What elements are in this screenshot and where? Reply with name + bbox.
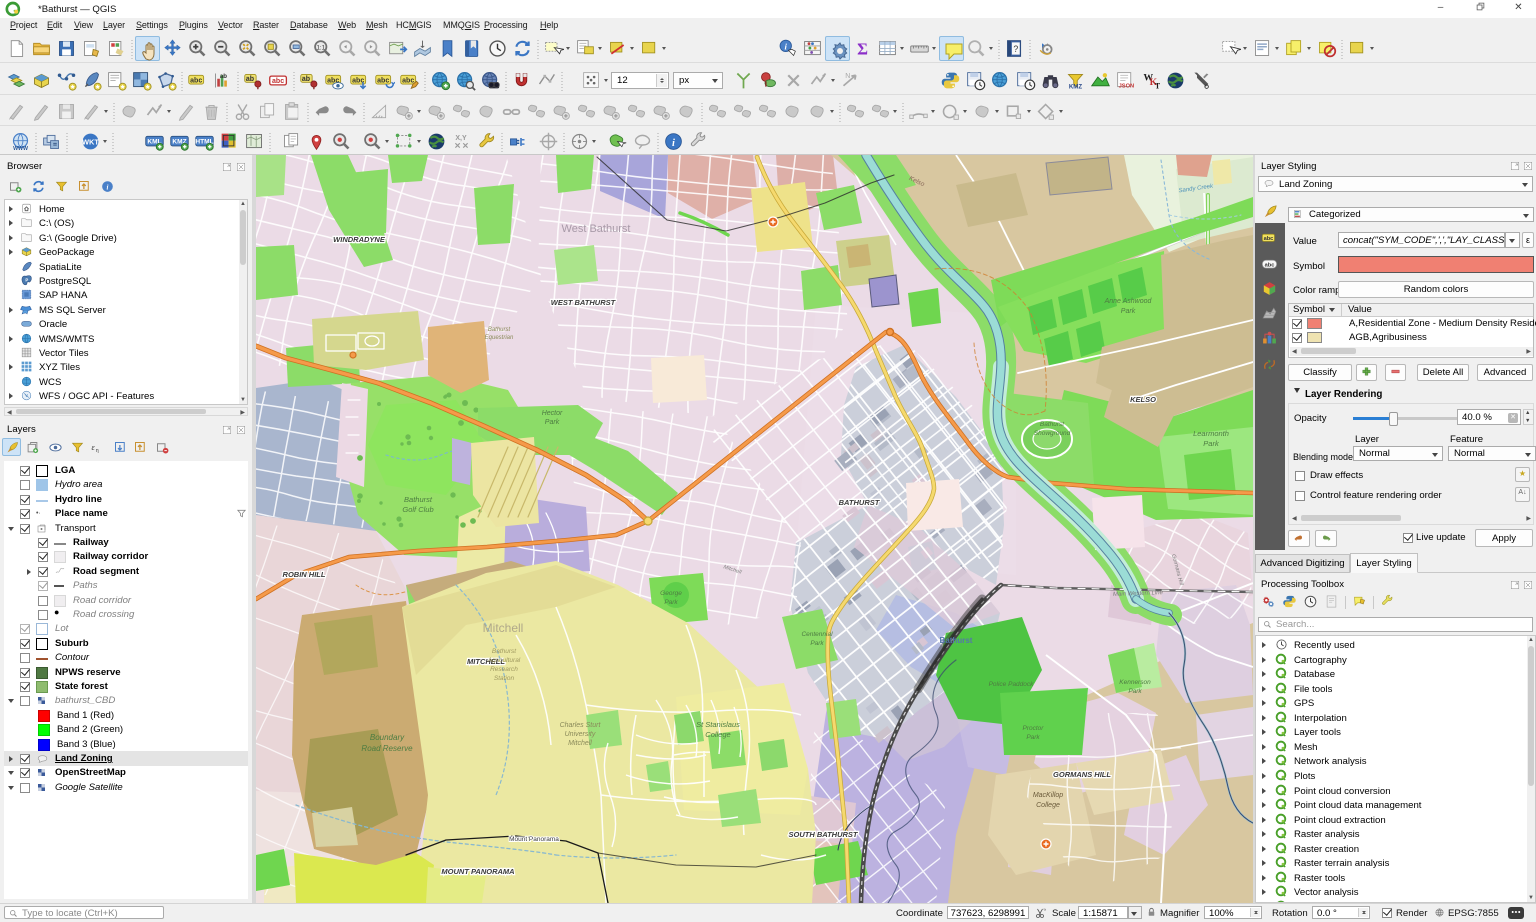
svg-text:Hector: Hector — [542, 410, 563, 417]
svg-text:Research: Research — [490, 666, 518, 673]
svg-text:abc: abc — [402, 77, 414, 84]
svg-text:1:1: 1:1 — [317, 44, 326, 51]
svg-text:abc: abc — [1265, 262, 1275, 268]
svg-text:Park: Park — [664, 599, 678, 606]
svg-text:WEST BATHURST: WEST BATHURST — [551, 298, 617, 307]
svg-text:College: College — [1036, 802, 1060, 809]
svg-text:West Bathurst: West Bathurst — [562, 223, 631, 235]
svg-text:Mitchell: Mitchell — [483, 621, 524, 635]
svg-text:?: ? — [1013, 44, 1018, 54]
svg-text:Proctor: Proctor — [1023, 725, 1045, 732]
svg-text:ab: ab — [220, 73, 227, 80]
svg-text:MOUNT PANORAMA: MOUNT PANORAMA — [441, 867, 514, 876]
svg-text:Bathurst: Bathurst — [492, 648, 517, 655]
svg-text:Park: Park — [1128, 688, 1142, 695]
svg-text:Bathurst: Bathurst — [1040, 421, 1065, 428]
svg-text:Park: Park — [810, 640, 824, 647]
svg-text:JSON: JSON — [1119, 84, 1134, 90]
svg-text:WKT: WKT — [82, 138, 99, 147]
svg-text:P: P — [25, 278, 28, 283]
svg-text:MacKillop: MacKillop — [1033, 792, 1063, 799]
svg-text:Centennial: Centennial — [801, 631, 833, 638]
svg-text:Agricultural: Agricultural — [487, 657, 521, 664]
svg-text:GORMANS HILL: GORMANS HILL — [1053, 770, 1111, 779]
svg-text:St Stanislaus: St Stanislaus — [696, 720, 740, 729]
svg-text:i: i — [672, 138, 675, 149]
svg-text:KELSO: KELSO — [1130, 395, 1156, 404]
svg-text:Station: Station — [494, 675, 515, 682]
svg-text:George: George — [660, 590, 682, 597]
svg-text:ε: ε — [92, 443, 96, 452]
svg-text:Park: Park — [1026, 734, 1040, 741]
svg-text:Charles Sturt: Charles Sturt — [560, 722, 602, 729]
svg-text:WINDRADYNE: WINDRADYNE — [333, 235, 386, 244]
svg-text:Road Reserve: Road Reserve — [361, 744, 413, 753]
svg-text:Mount Panorama: Mount Panorama — [509, 836, 559, 843]
svg-text:Showground: Showground — [1034, 430, 1071, 437]
svg-text:abc: abc — [1264, 236, 1274, 242]
svg-text:ROBIN HILL: ROBIN HILL — [283, 570, 326, 579]
svg-text:Golf Club: Golf Club — [402, 505, 433, 514]
svg-text:Bathurst: Bathurst — [488, 327, 511, 333]
svg-text:Park: Park — [545, 419, 560, 426]
svg-text:Police Paddock: Police Paddock — [989, 681, 1035, 688]
svg-text:Mitchell: Mitchell — [568, 740, 592, 747]
svg-text:Learmonth: Learmonth — [1193, 429, 1229, 438]
svg-text:i: i — [107, 184, 109, 191]
svg-text:WWW: WWW — [13, 146, 28, 152]
svg-text:Bathurst: Bathurst — [404, 495, 433, 504]
svg-text:Boundary: Boundary — [370, 733, 405, 742]
svg-text:abc: abc — [190, 77, 202, 84]
svg-text:Bathurst: Bathurst — [940, 636, 973, 645]
svg-text:N: N — [845, 73, 850, 80]
svg-text:Park: Park — [1121, 308, 1136, 315]
svg-text:ab: ab — [302, 76, 310, 83]
svg-text:SOUTH BATHURST: SOUTH BATHURST — [788, 830, 858, 839]
svg-text:KMZ: KMZ — [1069, 83, 1083, 90]
svg-text:abc: abc — [377, 77, 389, 84]
svg-text:X,Y: X,Y — [455, 135, 467, 142]
svg-text:Equestrian: Equestrian — [485, 335, 514, 341]
svg-text:%: % — [1044, 907, 1047, 912]
svg-text:BATHURST: BATHURST — [839, 498, 881, 507]
svg-text:ab: ab — [246, 76, 254, 83]
svg-text:η: η — [96, 448, 99, 454]
svg-text:College: College — [705, 730, 730, 739]
svg-text:T: T — [1155, 81, 1161, 90]
svg-text:Anne Ashwood: Anne Ashwood — [1104, 298, 1153, 305]
svg-text:Kennerson: Kennerson — [1119, 679, 1151, 686]
svg-text:Σ: Σ — [857, 40, 868, 59]
svg-text:University: University — [565, 731, 596, 738]
svg-text:abc: abc — [272, 78, 284, 85]
svg-text:V: V — [25, 393, 28, 398]
svg-text:Park: Park — [1203, 439, 1220, 448]
